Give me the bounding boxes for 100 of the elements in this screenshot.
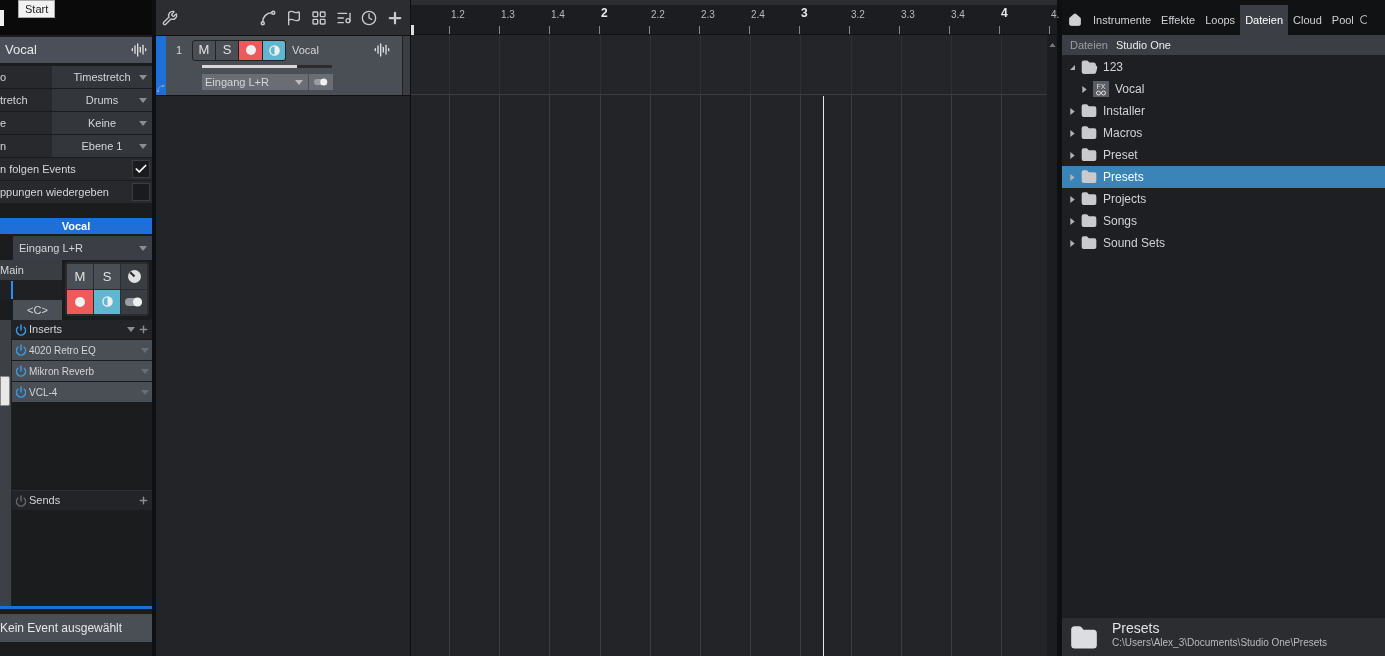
ruler-label: 3 (801, 5, 808, 22)
add-icon[interactable] (138, 324, 149, 335)
power-icon[interactable] (15, 323, 27, 336)
ruler-label: 2.3 (701, 8, 715, 22)
property-label: o (0, 66, 52, 88)
ruler-label: 3.4 (951, 8, 965, 22)
song-start-marker[interactable] (411, 25, 414, 35)
half-circle-icon (101, 296, 113, 308)
file-tree-item[interactable]: Preset (1062, 144, 1385, 166)
track-number: 1 (176, 42, 184, 58)
dropdown-arrow-icon (139, 97, 147, 103)
toggle-button[interactable]: S (216, 40, 238, 60)
browser-tab[interactable]: Cloud (1288, 5, 1327, 35)
file-tree-item[interactable]: Projects (1062, 188, 1385, 210)
checkbox[interactable] (132, 183, 150, 201)
file-tree-label: Preset (1103, 147, 1138, 164)
power-icon[interactable] (15, 344, 27, 356)
stereo-toggle[interactable] (309, 74, 333, 90)
property-dropdown[interactable]: Timestretch (52, 66, 152, 88)
insert-slot[interactable]: VCL-4 (12, 382, 152, 402)
power-icon[interactable] (15, 494, 27, 507)
knob-icon[interactable] (121, 264, 147, 289)
insert-slot[interactable]: Mikron Reverb (12, 361, 152, 381)
plugin-name: VCL-4 (29, 385, 59, 400)
dropdown-arrow-icon (139, 120, 147, 126)
home-icon[interactable] (1068, 13, 1082, 27)
dropdown-arrow-icon (141, 368, 149, 374)
timeline-ruler[interactable]: 1.2 1.3 1.4 2 2.2 2.3 2.4 3 3.2 3.3 3.4 4 4. (411, 5, 1057, 35)
property-dropdown[interactable]: Ebene 1 (52, 135, 152, 157)
flag-icon[interactable] (286, 9, 302, 26)
wrench-icon[interactable] (162, 9, 178, 26)
toggle-button[interactable]: M (193, 40, 215, 60)
insert-slot[interactable]: 4020 Retro EQ (12, 340, 152, 360)
option-label: ppungen wiedergeben (0, 184, 110, 200)
file-tree-item[interactable]: Macros (1062, 122, 1385, 144)
ruler-label: 1.4 (551, 8, 565, 22)
browser-tab[interactable]: Effekte (1156, 5, 1201, 35)
expand-arrow-icon (1070, 107, 1075, 115)
option-label: n folgen Events (0, 161, 77, 177)
record-icon (245, 45, 256, 55)
property-dropdown[interactable]: Drums (52, 89, 152, 111)
browser-tab[interactable]: Loops (1200, 5, 1241, 35)
breadcrumb-link[interactable]: Dateien (1070, 36, 1108, 54)
ruler-label: 4 (1001, 5, 1008, 22)
expand-arrow-icon (1082, 85, 1087, 93)
toggle-button[interactable]: S (94, 264, 120, 289)
expand-arrow-icon (1070, 173, 1075, 181)
file-tree-item[interactable]: Sound Sets (1062, 232, 1385, 254)
property-dropdown[interactable]: Keine (52, 112, 152, 134)
monitor-button[interactable] (94, 289, 120, 314)
file-tree-label: Macros (1103, 125, 1143, 142)
file-tree-item[interactable]: 123 (1062, 56, 1385, 78)
browser-tab[interactable]: Dateien (1240, 5, 1289, 35)
power-icon[interactable] (15, 365, 27, 377)
folder-icon (1081, 191, 1097, 207)
grid-icon[interactable] (311, 9, 327, 26)
plugin-name: 4020 Retro EQ (29, 343, 97, 358)
input-dropdown[interactable]: Eingang L+R (202, 74, 308, 90)
folder-icon (1081, 125, 1097, 141)
pan-control[interactable]: <C> (13, 300, 62, 320)
folder-icon (1081, 147, 1097, 163)
record-icon (75, 296, 85, 307)
stereo-toggle[interactable] (121, 289, 147, 314)
ruler-label: 2.2 (651, 8, 665, 22)
dropdown-arrow-icon (139, 143, 147, 149)
breadcrumb-link[interactable]: Studio One (1115, 36, 1171, 54)
folder-icon (1081, 169, 1097, 185)
scrollbar[interactable] (1047, 35, 1057, 656)
output-label[interactable]: Main (0, 260, 62, 280)
volume-bar[interactable] (202, 65, 332, 68)
file-tree-item[interactable]: Songs (1062, 210, 1385, 232)
file-tree-item[interactable]: Installer (1062, 100, 1385, 122)
file-tree-item[interactable]: Presets (1062, 166, 1385, 188)
property-label: n (0, 135, 52, 157)
browser-tab[interactable]: Instrumente (1088, 5, 1157, 35)
power-icon[interactable] (15, 386, 27, 398)
browser-tab[interactable]: Pool (1326, 5, 1359, 35)
clock-icon[interactable] (361, 9, 377, 26)
waveform-icon (131, 42, 147, 58)
input-dropdown[interactable]: Eingang L+R (13, 236, 152, 260)
ruler-label: 2 (601, 5, 608, 22)
file-tree-label: Vocal (1115, 81, 1145, 98)
dropdown-arrow-icon (295, 79, 303, 85)
toggle-button[interactable]: M (67, 264, 93, 289)
folder-icon (1081, 58, 1098, 76)
dropdown-arrow-icon (141, 389, 149, 395)
add-icon[interactable] (138, 495, 149, 506)
half-circle-icon (268, 44, 280, 56)
monitor-button[interactable] (263, 40, 285, 60)
record-button[interactable] (239, 40, 262, 60)
curve-icon[interactable] (259, 8, 277, 27)
fader-handle[interactable] (0, 376, 10, 406)
app-icon[interactable] (0, 9, 4, 26)
track-header[interactable]: 1 M S Vocal Eingang L+R (156, 36, 410, 96)
search-icon[interactable] (1358, 14, 1367, 26)
file-path: C:\Users\Alex_3\Documents\Studio One\Presets (1112, 637, 1328, 649)
record-button[interactable] (67, 289, 93, 314)
file-tree-label: Sound Sets (1103, 235, 1166, 252)
checkbox[interactable] (132, 160, 150, 178)
expand-arrow-icon (1070, 129, 1075, 137)
